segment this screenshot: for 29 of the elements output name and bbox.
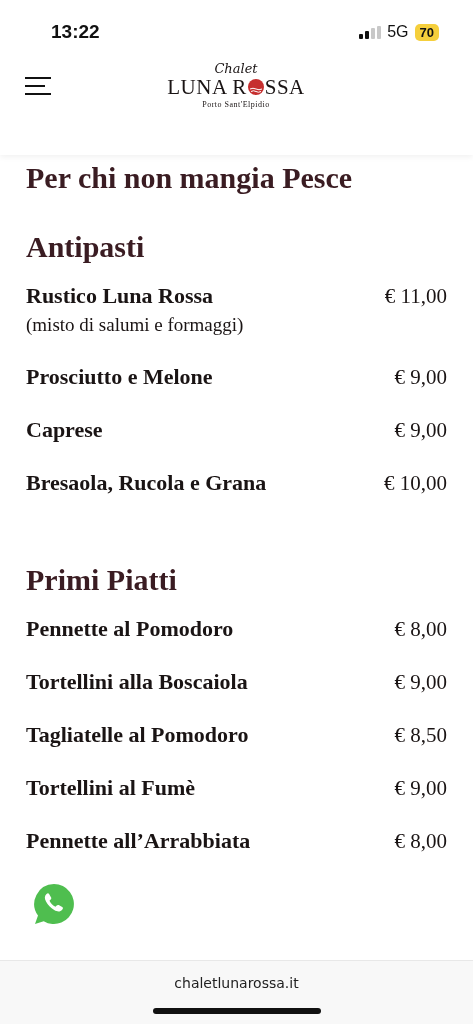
menu-item-price: € 8,50	[394, 722, 447, 749]
menu-item-name: Caprese	[26, 416, 103, 444]
menu-item-name: Prosciutto e Melone	[26, 363, 213, 391]
menu-item-price: € 8,00	[394, 616, 447, 643]
menu-item-name: Bresaola, Rucola e Grana	[26, 469, 267, 497]
status-time: 13:22	[51, 21, 100, 43]
menu-item-price: € 10,00	[384, 470, 447, 497]
battery-indicator: 70	[414, 23, 439, 41]
network-label: 5G	[387, 23, 409, 41]
menu-item-name: Rustico Luna Rossa	[26, 282, 215, 310]
menu-item-note: (misto di salumi e formaggi)	[26, 313, 244, 337]
menu-item-price: € 9,00	[394, 775, 447, 802]
menu-item-name: Tortellini al Fumè	[26, 774, 196, 802]
menu-item-name: Tortellini alla Boscaiola	[26, 668, 248, 696]
menu-item-price: € 9,00	[394, 364, 447, 391]
menu-icon[interactable]	[25, 75, 51, 96]
menu-item-price: € 9,00	[394, 669, 447, 696]
section-title: Primi Piatti	[26, 562, 178, 598]
menu-item-name: Pennette all’Arrabbiata	[26, 827, 251, 855]
section-title: Antipasti	[26, 229, 146, 265]
signal-icon	[359, 25, 382, 39]
page-title: Per chi non mangia Pesce	[26, 160, 354, 196]
menu-item-name: Pennette al Pomodoro	[26, 615, 234, 643]
menu-item-price: € 11,00	[384, 283, 447, 310]
url-label[interactable]: chaletlunarossa.it	[174, 975, 299, 991]
logo[interactable]: Chalet LUNA R SSA Porto Sant'Elpidio	[167, 62, 305, 109]
menu-item-name: Tagliatelle al Pomodoro	[26, 721, 249, 749]
menu-item-price: € 8,00	[394, 828, 447, 855]
menu-item-price: € 9,00	[394, 417, 447, 444]
